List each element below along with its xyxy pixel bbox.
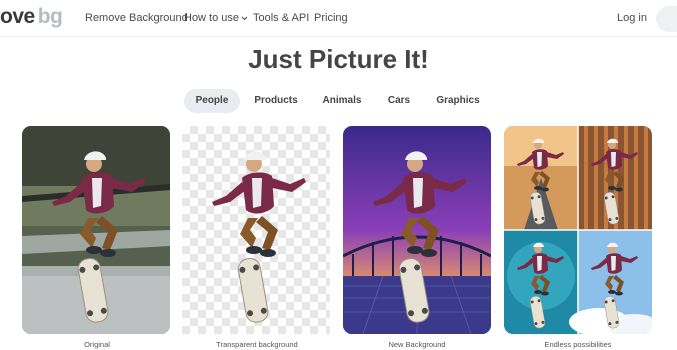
nav-how-to-use[interactable]: How to use xyxy=(184,10,248,26)
logo-suffix: bg xyxy=(37,5,63,28)
tab-people[interactable]: People xyxy=(184,89,240,113)
logo-text: ove xyxy=(0,5,35,28)
original-photo xyxy=(22,126,170,334)
nav-tools-api[interactable]: Tools & API xyxy=(253,10,309,26)
login-link[interactable]: Log in xyxy=(617,10,647,26)
example-card-new-background[interactable] xyxy=(343,126,491,334)
signup-button-partial[interactable] xyxy=(656,6,677,32)
example-card-endless[interactable] xyxy=(504,126,652,334)
nav-pricing[interactable]: Pricing xyxy=(314,10,348,26)
tab-graphics[interactable]: Graphics xyxy=(432,89,484,113)
category-tabs: People Products Animals Cars Graphics xyxy=(0,89,677,113)
nav-how-to-use-label: How to use xyxy=(184,12,240,24)
example-card-original[interactable] xyxy=(22,126,170,334)
tab-animals[interactable]: Animals xyxy=(318,89,366,113)
nav-remove-background[interactable]: Remove Background xyxy=(85,10,188,26)
transparent-cutout xyxy=(211,150,307,325)
new-background-photo xyxy=(343,126,491,334)
nav-divider xyxy=(0,36,677,37)
collage-grid xyxy=(504,126,652,334)
top-navbar: ove bg Remove Background How to use Tools… xyxy=(0,0,677,36)
logo[interactable]: ove bg xyxy=(0,5,63,29)
chevron-down-icon xyxy=(241,16,248,21)
page-title: Just Picture It! xyxy=(248,44,429,74)
tab-cars[interactable]: Cars xyxy=(382,89,416,113)
tab-products[interactable]: Products xyxy=(250,89,302,113)
example-card-transparent[interactable] xyxy=(182,126,330,334)
